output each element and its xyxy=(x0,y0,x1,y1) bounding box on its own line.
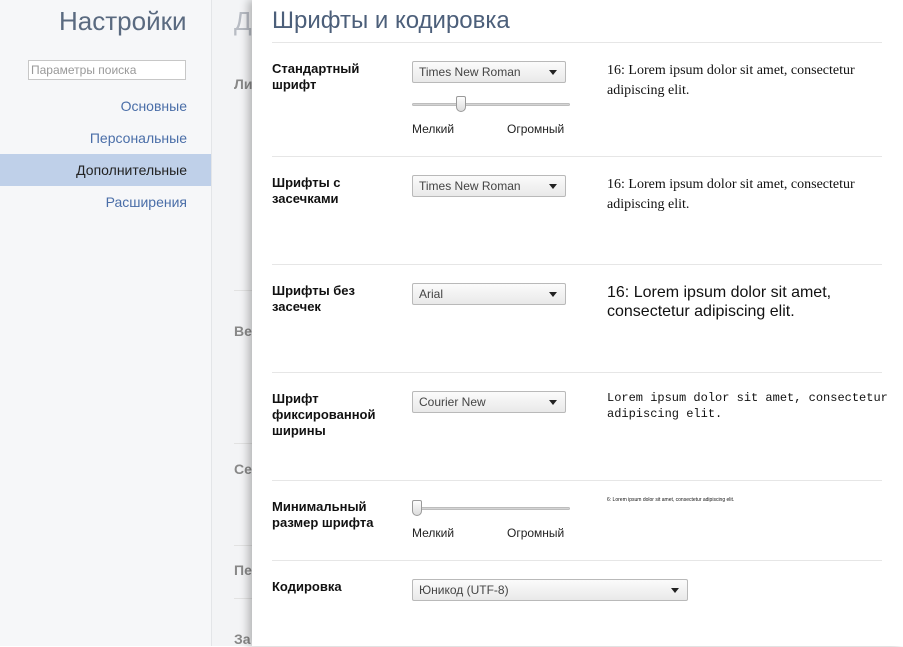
minimum-size-label: Минимальный размер шрифта xyxy=(272,499,374,530)
fixed-font-label: Шрифт фиксированной ширины xyxy=(272,391,376,438)
search-input[interactable] xyxy=(28,60,186,80)
standard-font-label: Стандартный шрифт xyxy=(272,61,360,92)
slider-max-label: Огромный xyxy=(507,122,565,136)
sidebar-item-personal[interactable]: Персональные xyxy=(0,122,211,154)
standard-font-select[interactable]: Times New Roman xyxy=(412,61,566,83)
divider xyxy=(272,42,882,43)
minimum-size-slider-thumb[interactable] xyxy=(412,500,422,516)
slider-max-label: Огромный xyxy=(507,526,565,540)
background-label: Се xyxy=(234,461,252,477)
sans-font-select[interactable]: Arial xyxy=(412,283,566,305)
divider xyxy=(272,372,882,373)
chevron-down-icon xyxy=(549,400,557,405)
divider xyxy=(272,156,882,157)
encoding-label: Кодировка xyxy=(272,579,342,594)
font-size-slider-thumb[interactable] xyxy=(456,96,466,112)
font-size-slider[interactable] xyxy=(412,103,570,106)
divider xyxy=(272,480,882,481)
slider-min-label: Мелкий xyxy=(412,122,455,136)
select-value: Courier New xyxy=(419,395,486,409)
overlay-title: Шрифты и кодировка xyxy=(272,7,510,34)
background-divider xyxy=(234,290,252,291)
background-divider xyxy=(234,443,252,444)
fixed-font-preview: Lorem ipsum dolor sit amet, consectetur … xyxy=(607,391,888,421)
minimum-size-slider[interactable] xyxy=(412,507,570,510)
chevron-down-icon xyxy=(549,292,557,297)
sans-font-preview: 16: Lorem ipsum dolor sit amet, consecte… xyxy=(607,284,832,320)
minimum-size-preview: 6: Lorem ipsum dolor sit amet, consectet… xyxy=(607,497,735,503)
serif-font-select[interactable]: Times New Roman xyxy=(412,175,566,197)
select-value: Times New Roman xyxy=(419,179,521,193)
sidebar-item-extensions[interactable]: Расширения xyxy=(0,186,211,218)
select-value: Юникод (UTF-8) xyxy=(419,583,509,597)
serif-font-preview: 16: Lorem ipsum dolor sit amet, consecte… xyxy=(607,177,855,212)
settings-sidebar: Настройки Основные Персональные Дополнит… xyxy=(0,0,212,646)
sidebar-item-basics[interactable]: Основные xyxy=(0,90,211,122)
serif-font-label: Шрифты с засечками xyxy=(272,175,341,206)
encoding-select[interactable]: Юникод (UTF-8) xyxy=(412,579,688,601)
fixed-font-select[interactable]: Courier New xyxy=(412,391,566,413)
background-divider xyxy=(234,598,252,599)
background-label: Пе xyxy=(234,562,252,578)
divider xyxy=(272,264,882,265)
sans-font-label: Шрифты без засечек xyxy=(272,283,356,314)
background-label: Ли xyxy=(234,76,253,92)
select-value: Times New Roman xyxy=(419,65,521,79)
background-label: За xyxy=(234,631,251,647)
chevron-down-icon xyxy=(549,70,557,75)
background-heading: Д xyxy=(234,6,252,36)
background-divider xyxy=(234,545,252,546)
sidebar-item-advanced[interactable]: Дополнительные xyxy=(0,154,211,186)
sidebar-title: Настройки xyxy=(59,6,187,36)
fonts-encoding-overlay: Шрифты и кодировка Стандартный шрифт Tim… xyxy=(252,0,903,646)
chevron-down-icon xyxy=(671,588,679,593)
select-value: Arial xyxy=(419,287,444,301)
chevron-down-icon xyxy=(549,184,557,189)
standard-font-preview: 16: Lorem ipsum dolor sit amet, consecte… xyxy=(607,63,855,98)
slider-min-label: Мелкий xyxy=(412,526,455,540)
divider xyxy=(272,560,882,561)
background-label: Ве xyxy=(234,323,252,339)
